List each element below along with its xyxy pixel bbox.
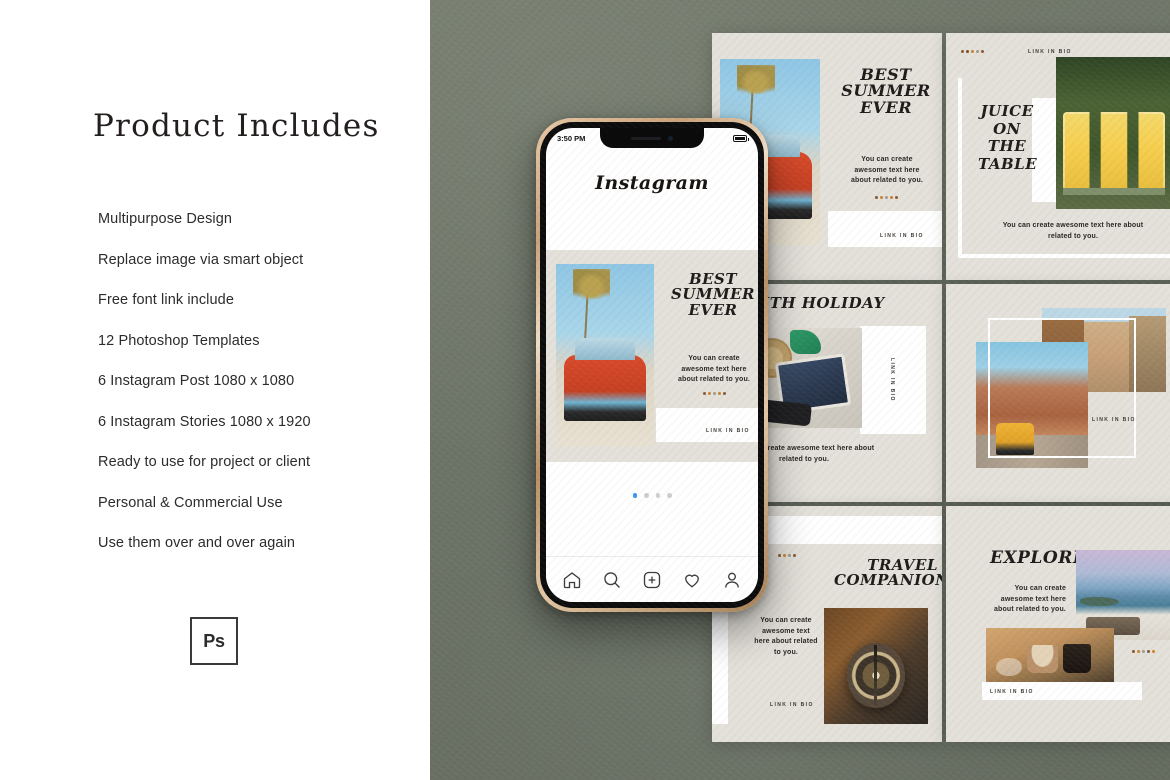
card-title: TRAVEL COMPANION — [834, 557, 942, 590]
list-item: 6 Instagram Post 1080 x 1080 — [98, 373, 295, 389]
link-in-bio-label: LINK IN BIO — [880, 233, 924, 239]
decorative-dots — [778, 554, 796, 557]
title-line: THE — [987, 137, 1027, 156]
link-in-bio-label: LINK IN BIO — [1028, 49, 1072, 55]
decorative-dots — [1132, 650, 1155, 653]
template-card-explore[interactable]: EXPLORE You can create awesome text here… — [946, 506, 1170, 742]
link-in-bio-label: LINK IN BIO — [990, 689, 1034, 695]
phone-mockup: 3:50 PM Instagram BEST SUMMER EVER You c… — [536, 118, 768, 612]
title-line: TABLE — [978, 155, 1038, 174]
card-title: EXPLORE — [990, 548, 1087, 568]
decorative-dots — [875, 196, 898, 199]
accent-bar — [958, 254, 1170, 258]
photo-canyon-van — [976, 342, 1088, 468]
title-line: EVER — [688, 300, 738, 319]
title-line: EVER — [859, 97, 913, 117]
card-body: You can create awesome text here about r… — [754, 617, 818, 656]
phone-notch — [600, 128, 704, 148]
title-line: ON — [993, 119, 1021, 138]
battery-icon — [733, 134, 749, 142]
home-icon[interactable] — [562, 570, 582, 590]
link-in-bio-label: LINK IN BIO — [706, 428, 750, 434]
carousel-dots[interactable] — [546, 493, 758, 498]
speaker-icon — [631, 136, 661, 140]
post-body: You can create awesome text here about r… — [678, 355, 750, 383]
profile-icon[interactable] — [722, 570, 742, 590]
carousel-dot[interactable] — [632, 493, 637, 498]
template-card-juice-on-the-table[interactable]: LINK IN BIO JUICE ON THE TABLE You can c… — [946, 33, 1170, 280]
search-icon[interactable] — [602, 570, 622, 590]
feed-post[interactable]: BEST SUMMER EVER You can create awesome … — [546, 250, 758, 462]
front-camera-icon — [668, 135, 673, 141]
list-item: Use them over and over again — [98, 535, 296, 551]
title-line: COMPANION — [834, 571, 942, 590]
accent-bar — [958, 78, 962, 258]
photoshop-badge: Ps — [190, 617, 238, 665]
post-title: BEST SUMMER EVER — [670, 271, 756, 319]
link-strip — [656, 408, 758, 442]
feature-list: Multipurpose Design Replace image via sm… — [98, 212, 418, 577]
heart-icon[interactable] — [682, 570, 702, 590]
accent-bar — [712, 606, 728, 724]
list-item: Multipurpose Design — [98, 211, 233, 227]
link-in-bio-label: LINK IN BIO — [889, 358, 895, 402]
list-item: Free font link include — [98, 292, 234, 308]
card-body: You can create awesome text here about r… — [851, 156, 923, 184]
add-post-icon[interactable] — [642, 570, 662, 590]
card-title: BEST SUMMER EVER — [840, 66, 932, 117]
template-card-travel-frames[interactable]: LINK IN BIO — [946, 284, 1170, 502]
page-title: Product Includes — [93, 108, 380, 144]
card-title: JUICE ON THE TABLE — [978, 102, 1038, 174]
product-includes-panel: Product Includes Multipurpose Design Rep… — [0, 0, 430, 780]
list-item: Personal & Commercial Use — [98, 494, 283, 511]
bottom-tabbar — [546, 556, 758, 602]
card-body: You can create awesome text here about r… — [1002, 222, 1144, 240]
status-time: 3:50 PM — [557, 133, 586, 143]
photo-sea-view — [1076, 550, 1170, 640]
decorative-dots — [703, 392, 726, 395]
phone-screen: 3:50 PM Instagram BEST SUMMER EVER You c… — [546, 128, 758, 602]
photo-vintage-compass — [824, 608, 928, 724]
link-in-bio-label: LINK IN BIO — [1092, 417, 1136, 423]
photo-lemonade-jars — [1056, 57, 1170, 209]
carousel-dot[interactable] — [644, 493, 649, 498]
instagram-wordmark: Instagram — [595, 172, 709, 194]
photo-coffee-table — [986, 628, 1114, 690]
photo-beach-car-palm — [556, 264, 654, 446]
title-line: JUICE — [980, 102, 1034, 120]
list-item: Ready to use for project or client — [98, 454, 311, 470]
carousel-dot[interactable] — [667, 493, 672, 498]
phone-bezel: 3:50 PM Instagram BEST SUMMER EVER You c… — [540, 122, 764, 608]
carousel-dot[interactable] — [655, 493, 660, 498]
link-strip — [828, 211, 942, 247]
mockup-background: BEST SUMMER EVER You can create awesome … — [430, 0, 1170, 780]
decorative-dots — [961, 50, 984, 53]
link-in-bio-label: LINK IN BIO — [770, 702, 814, 708]
list-item: 12 Photoshop Templates — [98, 332, 260, 349]
list-item: 6 Instagram Stories 1080 x 1920 — [98, 413, 311, 430]
card-body: You can create awesome text here about r… — [994, 585, 1066, 613]
presentation-slide: Product Includes Multipurpose Design Rep… — [0, 0, 1170, 780]
list-item: Replace image via smart object — [98, 251, 304, 268]
